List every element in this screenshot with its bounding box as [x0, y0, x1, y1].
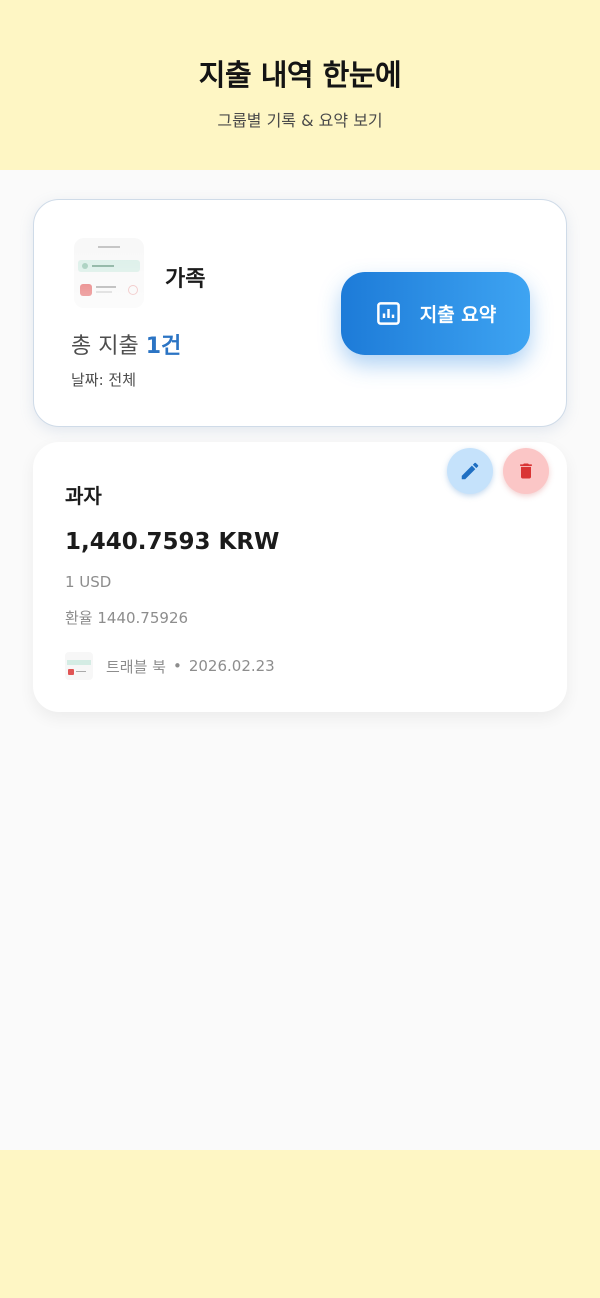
expense-summary-button[interactable]: 지출 요약	[341, 272, 530, 355]
expense-meta: 트래블 북 • 2026.02.23	[65, 652, 275, 680]
group-thumbnail	[74, 238, 144, 308]
expense-amount: 1,440.7593 KRW	[65, 529, 280, 555]
expense-title: 과자	[65, 484, 102, 508]
pencil-icon	[461, 462, 479, 480]
group-card: 가족 총 지출 1건 날짜: 전체 지출 요약	[33, 199, 567, 427]
page-subtitle: 그룹별 기록 & 요약 보기	[217, 111, 383, 130]
date-filter: 날짜: 전체	[71, 371, 137, 389]
total-expense-label: 총 지출	[71, 334, 139, 359]
page-header: 지출 내역 한눈에 그룹별 기록 & 요약 보기	[0, 0, 600, 170]
original-amount: 1 USD	[65, 573, 112, 591]
trash-icon	[520, 463, 532, 479]
group-name: 가족	[165, 267, 206, 292]
expense-summary-label: 지출 요약	[419, 304, 497, 326]
expense-card[interactable]: 과자 1,440.7593 KRW 1 USD 환율 1440.75926 트래…	[33, 442, 567, 712]
total-expense: 총 지출 1건	[71, 328, 181, 360]
expense-date: 2026.02.23	[188, 657, 275, 675]
book-thumbnail	[65, 652, 93, 680]
book-name: 트래블 북	[106, 657, 166, 676]
meta-separator: •	[172, 657, 182, 675]
page-title: 지출 내역 한눈에	[198, 58, 402, 92]
bottom-area	[0, 1150, 600, 1298]
delete-button[interactable]	[503, 448, 549, 494]
edit-button[interactable]	[447, 448, 493, 494]
exchange-rate: 환율 1440.75926	[65, 609, 189, 627]
total-expense-count: 1건	[145, 334, 182, 359]
bar-chart-icon	[376, 302, 400, 325]
